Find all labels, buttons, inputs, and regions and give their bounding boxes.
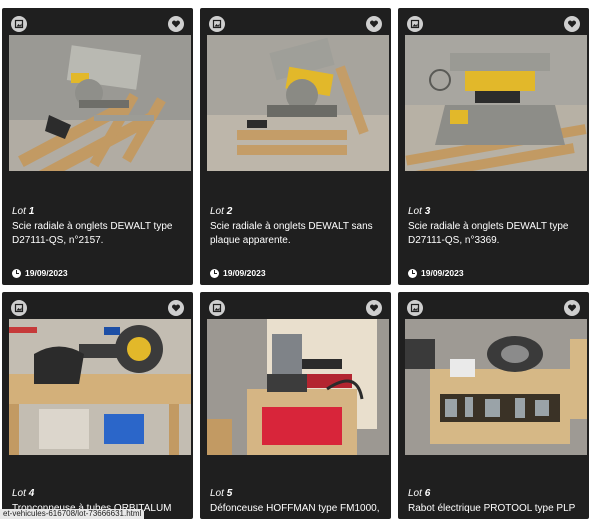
lot-card[interactable]: Lot 5 Défonceuse HOFFMAN type FM1000, [200, 292, 391, 519]
clock-icon [210, 268, 219, 278]
lot-description[interactable]: Rabot électrique PROTOOL type PLP [408, 502, 578, 516]
gallery-icon[interactable] [407, 300, 423, 316]
heart-icon[interactable] [366, 300, 382, 316]
heart-icon[interactable] [564, 300, 580, 316]
lot-date: 19/09/2023 [210, 268, 266, 278]
lot-photo[interactable] [9, 35, 191, 171]
status-bar-url: et-vehicules-616708/lot-73666631.html [0, 509, 145, 519]
lot-number: Lot 1 [12, 206, 34, 217]
lot-number-value: 3 [424, 206, 431, 217]
lot-date-value: 19/09/2023 [223, 268, 266, 278]
lot-photo[interactable] [405, 35, 587, 171]
lot-label: Lot [408, 206, 422, 217]
lot-photo[interactable] [405, 319, 587, 455]
lot-description[interactable]: Défonceuse HOFFMAN type FM1000, [210, 502, 380, 516]
heart-icon[interactable] [366, 16, 382, 32]
lot-number-value: 6 [424, 488, 431, 499]
lot-card[interactable]: Lot 1 Scie radiale à onglets DEWALT type… [2, 8, 193, 285]
lot-photo[interactable] [9, 319, 191, 455]
lot-number: Lot 5 [210, 488, 232, 499]
lot-description[interactable]: Scie radiale à onglets DEWALT sans plaqu… [210, 220, 380, 248]
gallery-icon[interactable] [407, 16, 423, 32]
lot-number-value: 5 [226, 488, 233, 499]
gallery-icon[interactable] [11, 16, 27, 32]
lot-date-value: 19/09/2023 [25, 268, 68, 278]
lot-number: Lot 6 [408, 488, 430, 499]
lot-number-value: 2 [226, 206, 233, 217]
heart-icon[interactable] [168, 300, 184, 316]
lot-description[interactable]: Scie radiale à onglets DEWALT type D2711… [12, 220, 182, 248]
lot-photo[interactable] [207, 319, 389, 455]
lot-date: 19/09/2023 [12, 268, 68, 278]
lot-date: 19/09/2023 [408, 268, 464, 278]
gallery-icon[interactable] [209, 300, 225, 316]
lot-date-value: 19/09/2023 [421, 268, 464, 278]
lot-card[interactable]: Lot 6 Rabot électrique PROTOOL type PLP [398, 292, 589, 519]
lot-number-value: 1 [28, 206, 35, 217]
lot-card[interactable]: Lot 4 Tronçonneuse à tubes ORBITALUM [2, 292, 193, 519]
lot-card[interactable]: Lot 3 Scie radiale à onglets DEWALT type… [398, 8, 589, 285]
clock-icon [12, 268, 21, 278]
lot-number-value: 4 [28, 488, 35, 499]
lot-photo[interactable] [207, 35, 389, 171]
lot-number: Lot 3 [408, 206, 430, 217]
lot-description[interactable]: Scie radiale à onglets DEWALT type D2711… [408, 220, 578, 248]
heart-icon[interactable] [168, 16, 184, 32]
lot-grid: Lot 1 Scie radiale à onglets DEWALT type… [0, 0, 600, 519]
lot-card[interactable]: Lot 2 Scie radiale à onglets DEWALT sans… [200, 8, 391, 285]
clock-icon [408, 268, 417, 278]
lot-number: Lot 4 [12, 488, 34, 499]
lot-label: Lot [12, 206, 26, 217]
lot-label: Lot [210, 488, 224, 499]
lot-label: Lot [408, 488, 422, 499]
gallery-icon[interactable] [11, 300, 27, 316]
lot-number: Lot 2 [210, 206, 232, 217]
gallery-icon[interactable] [209, 16, 225, 32]
heart-icon[interactable] [564, 16, 580, 32]
lot-label: Lot [12, 488, 26, 499]
lot-label: Lot [210, 206, 224, 217]
